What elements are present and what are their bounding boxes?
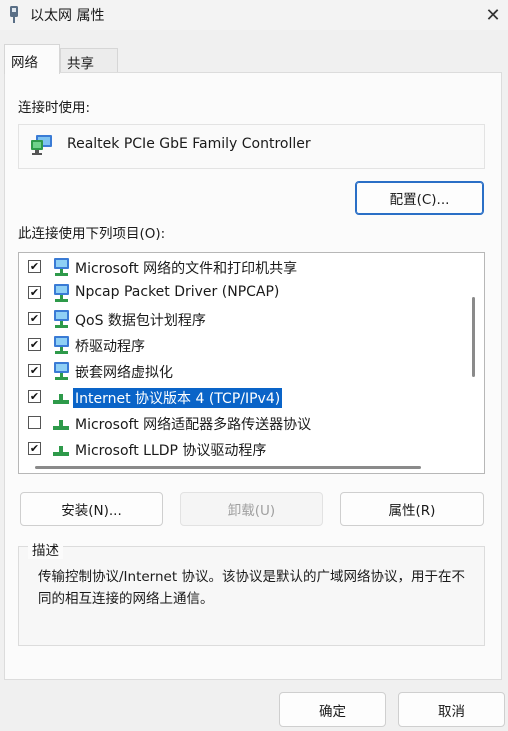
item-label: Microsoft LLDP 协议驱动程序 — [75, 443, 267, 459]
title-bar: 以太网 属性 ✕ — [0, 0, 508, 30]
checkbox[interactable] — [28, 416, 41, 429]
item-label: 桥驱动程序 — [75, 339, 145, 355]
checkbox[interactable]: ✔ — [28, 390, 41, 403]
checkbox[interactable]: ✔ — [28, 312, 41, 325]
tab-network[interactable]: 网络 — [4, 44, 60, 74]
close-icon: ✕ — [485, 4, 501, 26]
protocol-icon — [53, 394, 69, 404]
window-title: 以太网 属性 — [30, 8, 105, 24]
install-button[interactable]: 安装(N)... — [20, 492, 163, 526]
item-label: Internet 协议版本 4 (TCP/IPv4) — [73, 388, 283, 408]
item-label: Npcap Packet Driver (NPCAP) — [75, 284, 280, 300]
items-label: 此连接使用下列项目(O): — [18, 226, 166, 242]
network-client-icon — [54, 258, 69, 276]
horizontal-scrollbar[interactable] — [35, 466, 421, 469]
configure-button[interactable]: 配置(C)... — [355, 181, 484, 215]
list-item-selected[interactable]: ✔ Internet 协议版本 4 (TCP/IPv4) — [19, 384, 469, 410]
item-label: QoS 数据包计划程序 — [75, 313, 206, 329]
network-client-icon — [54, 336, 69, 354]
close-button[interactable]: ✕ — [478, 0, 508, 30]
connect-using-label: 连接时使用: — [18, 100, 91, 116]
checkbox[interactable]: ✔ — [28, 364, 41, 377]
checkbox[interactable]: ✔ — [28, 286, 41, 299]
list-item[interactable]: ✔ Microsoft 网络的文件和打印机共享 — [19, 254, 469, 280]
adapter-box: Realtek PCIe GbE Family Controller — [18, 124, 485, 169]
checkbox[interactable]: ✔ — [28, 338, 41, 351]
vertical-scrollbar[interactable] — [472, 297, 475, 377]
protocol-icon — [53, 446, 69, 456]
list-item[interactable]: ✔ 桥驱动程序 — [19, 332, 469, 358]
list-item[interactable]: ✔ Microsoft LLDP 协议驱动程序 — [19, 436, 469, 462]
ethernet-icon — [10, 6, 18, 23]
network-client-icon — [54, 284, 69, 302]
network-client-icon — [54, 310, 69, 328]
ok-button[interactable]: 确定 — [279, 692, 386, 727]
uninstall-button[interactable]: 卸载(U) — [180, 492, 323, 526]
tab-sharing[interactable]: 共享 — [60, 48, 118, 72]
components-list[interactable]: ✔ Microsoft 网络的文件和打印机共享 ✔ Npcap Packet D… — [18, 252, 485, 474]
list-item[interactable]: ✔ Npcap Packet Driver (NPCAP) — [19, 280, 469, 306]
network-adapter-icon — [31, 135, 52, 155]
description-title: 描述 — [28, 539, 63, 559]
item-label: 嵌套网络虚拟化 — [75, 365, 173, 381]
checkbox[interactable]: ✔ — [28, 260, 41, 273]
list-item[interactable]: ✔ QoS 数据包计划程序 — [19, 306, 469, 332]
list-item[interactable]: ✔ 嵌套网络虚拟化 — [19, 358, 469, 384]
properties-button[interactable]: 属性(R) — [340, 492, 484, 526]
checkbox[interactable]: ✔ — [28, 442, 41, 455]
network-client-icon — [54, 362, 69, 380]
cancel-button[interactable]: 取消 — [398, 692, 505, 727]
protocol-icon — [53, 420, 69, 430]
item-label: Microsoft 网络适配器多路传送器协议 — [75, 417, 312, 433]
description-text: 传输控制协议/Internet 协议。该协议是默认的广域网络协议，用于在不同的相… — [38, 569, 465, 607]
item-label: Microsoft 网络的文件和打印机共享 — [75, 261, 298, 277]
list-item[interactable]: Microsoft 网络适配器多路传送器协议 — [19, 410, 469, 436]
adapter-name: Realtek PCIe GbE Family Controller — [67, 136, 311, 152]
